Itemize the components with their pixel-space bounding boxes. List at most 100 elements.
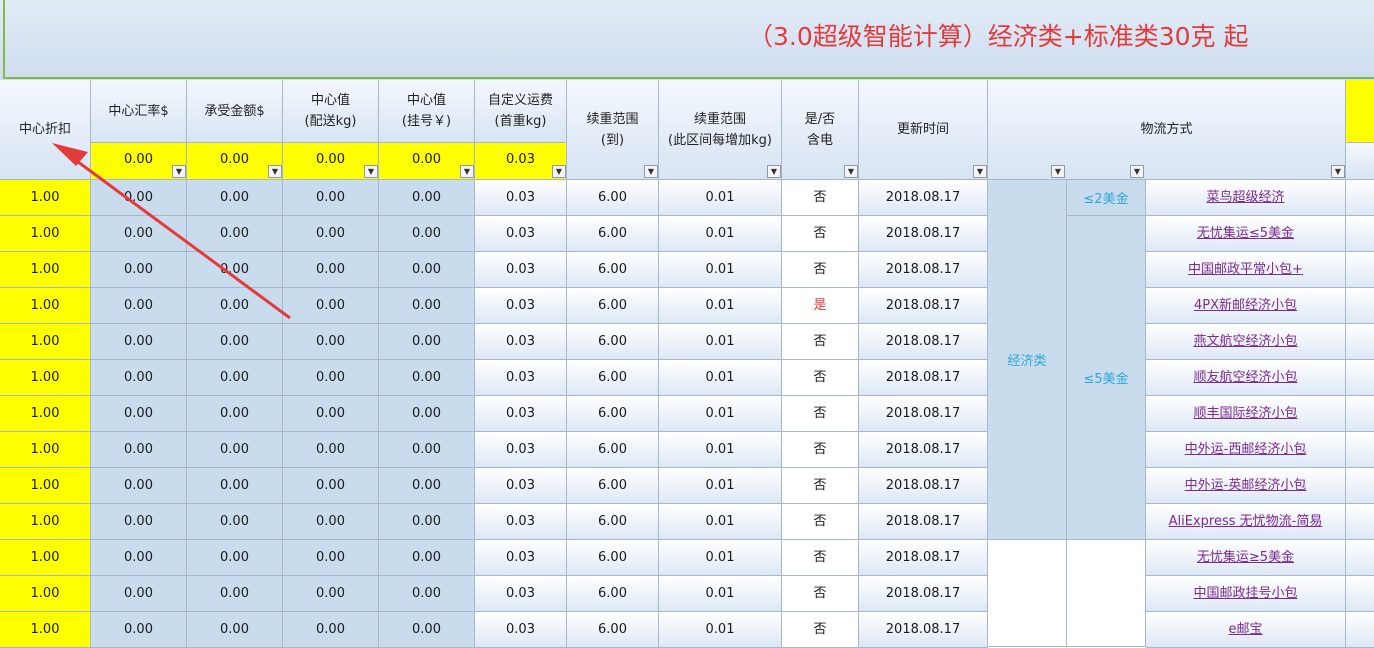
cell-amount[interactable]: 0.00 (187, 504, 283, 540)
filter-dropdown-icon[interactable]: ▼ (767, 165, 781, 178)
header-discount[interactable]: 中心折扣 (0, 80, 91, 180)
shipping-method-link[interactable]: 中国邮政挂号小包 (1193, 586, 1297, 601)
cell-discount[interactable]: 1.00 (0, 324, 91, 360)
cell-extra[interactable] (1346, 180, 1374, 216)
filter-dropdown-icon[interactable]: ▼ (172, 165, 186, 178)
cell-center-registered[interactable]: 0.00 (379, 252, 475, 288)
cell-shipping-method[interactable]: 燕文航空经济小包 (1146, 324, 1346, 360)
cell-amount[interactable]: 0.00 (187, 540, 283, 576)
cell-update-time[interactable]: 2018.08.17 (859, 396, 988, 432)
cell-range-step[interactable]: 0.01 (659, 540, 782, 576)
cell-rate[interactable]: 0.00 (91, 360, 187, 396)
cell-range-to[interactable]: 6.00 (567, 576, 659, 612)
cell-custom-freight[interactable]: 0.03 (475, 468, 567, 504)
cell-range-to[interactable]: 6.00 (567, 360, 659, 396)
filter-dropdown-icon[interactable]: ▼ (1331, 165, 1345, 178)
cell-custom-freight[interactable]: 0.03 (475, 540, 567, 576)
cell-shipping-method[interactable]: e邮宝 (1146, 612, 1346, 648)
cell-center-delivery[interactable]: 0.00 (283, 504, 379, 540)
cell-battery[interactable]: 否 (782, 504, 859, 540)
cell-shipping-method[interactable]: 中国邮政平常小包+ (1146, 252, 1346, 288)
cell-shipping-method[interactable]: 中外运-西邮经济小包 (1146, 432, 1346, 468)
cell-battery[interactable]: 是 (782, 288, 859, 324)
cell-range-step[interactable]: 0.01 (659, 432, 782, 468)
cell-center-delivery[interactable]: 0.00 (283, 360, 379, 396)
cell-custom-freight[interactable]: 0.03 (475, 360, 567, 396)
cell-amount[interactable]: 0.00 (187, 360, 283, 396)
cell-range-to[interactable]: 6.00 (567, 396, 659, 432)
cell-battery[interactable]: 否 (782, 180, 859, 216)
cell-update-time[interactable]: 2018.08.17 (859, 540, 988, 576)
cell-rate[interactable]: 0.00 (91, 252, 187, 288)
cell-discount[interactable]: 1.00 (0, 396, 91, 432)
cell-extra[interactable] (1346, 288, 1374, 324)
cell-center-delivery[interactable]: 0.00 (283, 468, 379, 504)
cell-shipping-method[interactable]: 中外运-英邮经济小包 (1146, 468, 1346, 504)
cell-update-time[interactable]: 2018.08.17 (859, 324, 988, 360)
header-custom-freight[interactable]: 自定义运费 (首重kg) (475, 80, 567, 143)
cell-rate[interactable]: 0.00 (91, 432, 187, 468)
cell-battery[interactable]: 否 (782, 324, 859, 360)
cell-discount[interactable]: 1.00 (0, 252, 91, 288)
cell-custom-freight[interactable]: 0.03 (475, 396, 567, 432)
header-center-delivery[interactable]: 中心值 (配送kg) (283, 80, 379, 143)
filter-dropdown-icon[interactable]: ▼ (268, 165, 282, 178)
cell-discount[interactable]: 1.00 (0, 540, 91, 576)
cell-center-delivery[interactable]: 0.00 (283, 252, 379, 288)
filter-dropdown-icon[interactable]: ▼ (364, 165, 378, 178)
cell-extra[interactable] (1346, 324, 1374, 360)
cell-center-registered[interactable]: 0.00 (379, 180, 475, 216)
shipping-method-link[interactable]: 无忧集运≥5美金 (1197, 550, 1294, 565)
cell-rate[interactable]: 0.00 (91, 396, 187, 432)
cell-discount[interactable]: 1.00 (0, 432, 91, 468)
cell-range-to[interactable]: 6.00 (567, 216, 659, 252)
shipping-method-link[interactable]: 燕文航空经济小包 (1193, 334, 1297, 349)
cell-battery[interactable]: 否 (782, 612, 859, 648)
cell-extra[interactable] (1346, 252, 1374, 288)
cell-update-time[interactable]: 2018.08.17 (859, 252, 988, 288)
cell-center-registered[interactable]: 0.00 (379, 216, 475, 252)
cell-range-step[interactable]: 0.01 (659, 252, 782, 288)
cell-range-step[interactable]: 0.01 (659, 576, 782, 612)
cell-custom-freight[interactable]: 0.03 (475, 504, 567, 540)
cell-rate[interactable]: 0.00 (91, 540, 187, 576)
cell-discount[interactable]: 1.00 (0, 612, 91, 648)
cell-center-registered[interactable]: 0.00 (379, 504, 475, 540)
cell-amount[interactable]: 0.00 (187, 612, 283, 648)
cell-range-to[interactable]: 6.00 (567, 288, 659, 324)
cell-center-registered[interactable]: 0.00 (379, 468, 475, 504)
cell-amount[interactable]: 0.00 (187, 468, 283, 504)
cell-extra[interactable] (1346, 468, 1374, 504)
cell-range-to[interactable]: 6.00 (567, 468, 659, 504)
cell-discount[interactable]: 1.00 (0, 576, 91, 612)
cell-range-to[interactable]: 6.00 (567, 432, 659, 468)
cell-extra[interactable] (1346, 504, 1374, 540)
cell-center-registered[interactable]: 0.00 (379, 612, 475, 648)
cell-amount[interactable]: 0.00 (187, 252, 283, 288)
cell-amount[interactable]: 0.00 (187, 324, 283, 360)
cell-update-time[interactable]: 2018.08.17 (859, 216, 988, 252)
cell-battery[interactable]: 否 (782, 432, 859, 468)
cell-discount[interactable]: 1.00 (0, 180, 91, 216)
cell-amount[interactable]: 0.00 (187, 216, 283, 252)
shipping-method-link[interactable]: 无忧集运≤5美金 (1197, 226, 1294, 241)
shipping-method-link[interactable]: 4PX新邮经济小包 (1194, 298, 1297, 313)
header-range-step[interactable]: 续重范围 (此区间每增加kg) (659, 80, 782, 180)
shipping-method-link[interactable]: e邮宝 (1229, 622, 1263, 637)
cell-discount[interactable]: 1.00 (0, 216, 91, 252)
cell-center-delivery[interactable]: 0.00 (283, 216, 379, 252)
cell-custom-freight[interactable]: 0.03 (475, 576, 567, 612)
cell-center-registered[interactable]: 0.00 (379, 324, 475, 360)
cell-rate[interactable]: 0.00 (91, 324, 187, 360)
header-shipping-method[interactable]: 物流方式 (988, 80, 1346, 180)
header-amount[interactable]: 承受金额$ (187, 80, 283, 143)
cell-center-delivery[interactable]: 0.00 (283, 612, 379, 648)
cell-range-step[interactable]: 0.01 (659, 180, 782, 216)
cell-shipping-method[interactable]: 无忧集运≥5美金 (1146, 540, 1346, 576)
cell-range-to[interactable]: 6.00 (567, 180, 659, 216)
cell-shipping-method[interactable]: AliExpress 无忧物流-简易 (1146, 504, 1346, 540)
cell-custom-freight[interactable]: 0.03 (475, 612, 567, 648)
cell-extra[interactable] (1346, 576, 1374, 612)
header-update-time[interactable]: 更新时间 (859, 80, 988, 180)
cell-range-step[interactable]: 0.01 (659, 468, 782, 504)
